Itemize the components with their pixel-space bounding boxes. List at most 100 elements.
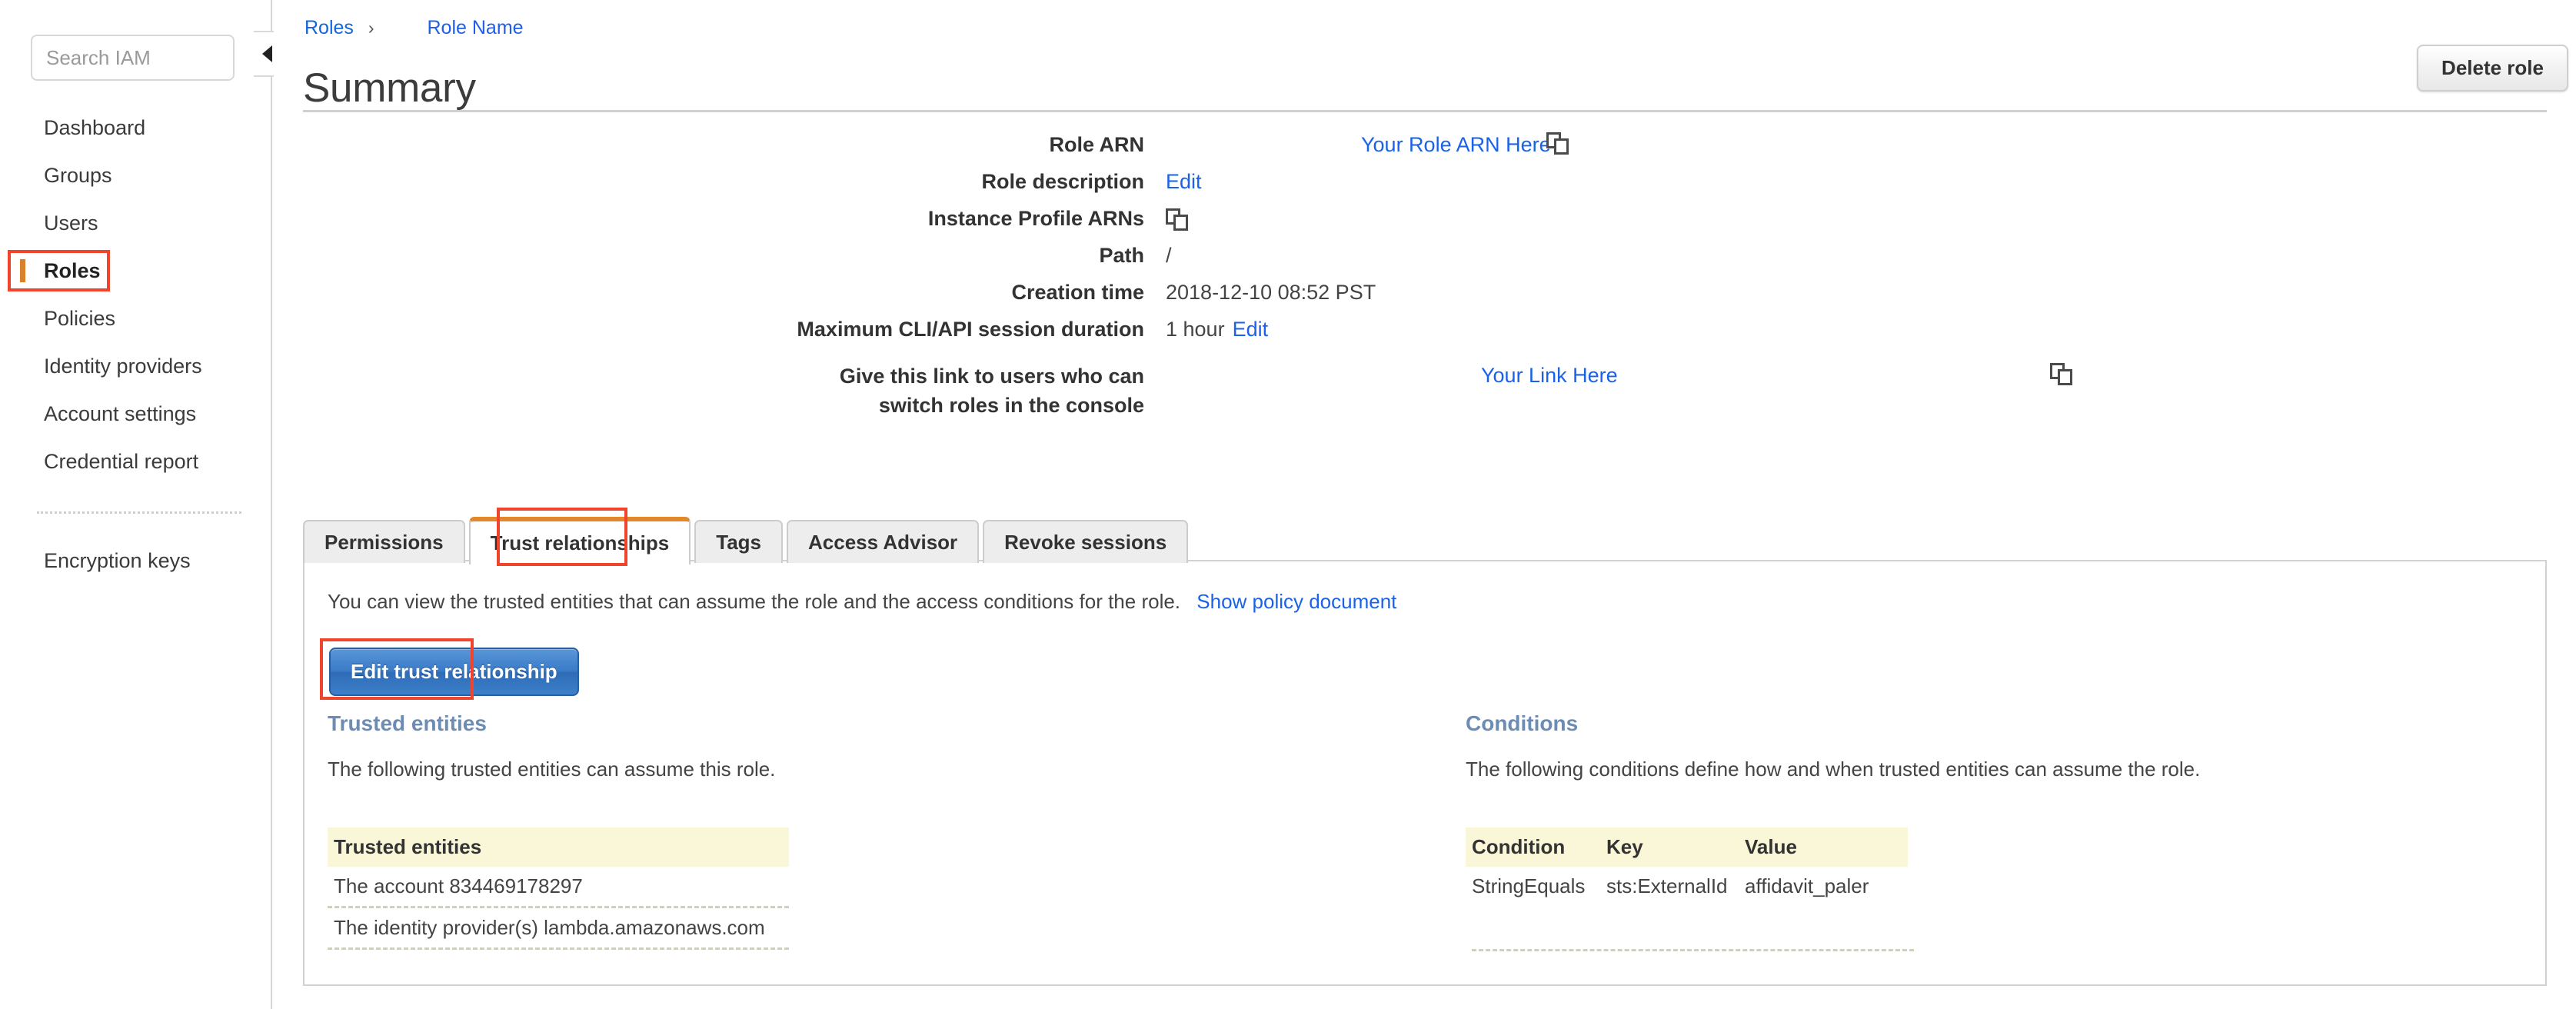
sidebar-item-label: Roles bbox=[44, 259, 101, 282]
tab-revoke-sessions[interactable]: Revoke sessions bbox=[983, 520, 1189, 563]
iam-role-summary-page: Dashboard Groups Users Roles Policies Identit… bbox=[0, 0, 2576, 1009]
summary-row: Role description Edit bbox=[274, 168, 2576, 195]
conditions-table-bottom-rule bbox=[1472, 949, 1914, 951]
sidebar-item-label: Groups bbox=[44, 164, 112, 187]
trusted-entities-column-header: Trusted entities bbox=[328, 828, 789, 867]
show-policy-document-link[interactable]: Show policy document bbox=[1196, 590, 1396, 613]
breadcrumb-role-name[interactable]: Role Name bbox=[428, 17, 524, 38]
table-header-row: Condition Key Value bbox=[1466, 828, 1908, 867]
summary-row: Creation time 2018-12-10 08:52 PST bbox=[274, 278, 2576, 306]
table-row: The account 834469178297 bbox=[328, 867, 789, 908]
breadcrumb-roles-link[interactable]: Roles bbox=[305, 17, 354, 38]
trusted-entity-cell: The identity provider(s) lambda.amazonaw… bbox=[328, 907, 789, 950]
copy-icon[interactable] bbox=[1546, 132, 1569, 155]
sidebar: Dashboard Groups Users Roles Policies Identit… bbox=[0, 0, 285, 1009]
sidebar-item-credential-report[interactable]: Credential report bbox=[0, 438, 272, 485]
summary-row-label: Path bbox=[1099, 244, 1144, 267]
summary-value-link[interactable]: Your Role ARN Here bbox=[1361, 133, 1551, 156]
tab-trust-relationships[interactable]: Trust relationships bbox=[468, 517, 691, 564]
sidebar-item-dashboard[interactable]: Dashboard bbox=[0, 104, 272, 152]
conditions-heading: Conditions bbox=[1466, 711, 1579, 735]
breadcrumb: Roles › Role Name bbox=[305, 17, 524, 39]
summary-row: Give this link to users who can switch r… bbox=[274, 361, 2576, 420]
trusted-entities-table: Trusted entities The account 83446917829… bbox=[328, 828, 789, 950]
summary-row-value: / bbox=[1166, 241, 2576, 269]
summary-value-link[interactable]: Edit bbox=[1166, 170, 1202, 193]
tab-label: Access Advisor bbox=[808, 530, 958, 554]
summary-row: Role ARN Your Role ARN Here bbox=[274, 131, 2576, 158]
table-row: StringEquals sts:ExternalId affidavit_pale… bbox=[1466, 867, 1908, 906]
active-item-marker bbox=[20, 259, 25, 282]
summary-value-text: 2018-12-10 08:52 PST bbox=[1166, 281, 1376, 304]
table-header-row: Trusted entities bbox=[328, 828, 789, 867]
summary-row: Instance Profile ARNs bbox=[274, 205, 2576, 232]
conditions-description: The following conditions define how and … bbox=[1466, 758, 2201, 781]
conditions-column-header: Value bbox=[1739, 828, 1908, 867]
conditions-table: Condition Key Value StringEquals sts:Extern… bbox=[1466, 828, 1908, 906]
search-input[interactable] bbox=[31, 35, 235, 81]
chevron-left-icon bbox=[261, 45, 272, 62]
summary-row-label: Role description bbox=[981, 170, 1144, 193]
main-content: Roles › Role Name Summary Delete role Ro… bbox=[274, 0, 2576, 1009]
trusted-entities-column: Trusted entities The following trusted e… bbox=[328, 711, 1327, 950]
header-divider bbox=[303, 110, 2547, 112]
summary-row-value: Edit bbox=[1166, 168, 2576, 195]
trust-relationships-panel: You can view the trusted entities that c… bbox=[303, 560, 2547, 986]
sidebar-item-label: Identity providers bbox=[44, 355, 202, 378]
sidebar-item-label: Account settings bbox=[44, 402, 197, 425]
sidebar-item-encryption-keys[interactable]: Encryption keys bbox=[0, 537, 272, 584]
summary-row-value bbox=[1166, 205, 2576, 232]
sidebar-item-policies[interactable]: Policies bbox=[0, 295, 272, 342]
tab-label: Trust relationships bbox=[490, 531, 670, 554]
panel-intro-text: You can view the trusted entities that c… bbox=[328, 590, 1181, 613]
sidebar-item-account-settings[interactable]: Account settings bbox=[0, 390, 272, 438]
sidebar-item-label: Credential report bbox=[44, 450, 199, 473]
panel-intro: You can view the trusted entities that c… bbox=[328, 590, 1396, 614]
conditions-column-header: Key bbox=[1600, 828, 1739, 867]
sidebar-item-users[interactable]: Users bbox=[0, 199, 272, 247]
copy-icon[interactable] bbox=[2050, 363, 2073, 386]
sidebar-item-label: Users bbox=[44, 211, 98, 235]
summary-row-value: Your Role ARN Here bbox=[1166, 131, 2576, 158]
trusted-entities-heading: Trusted entities bbox=[328, 711, 487, 735]
sidebar-item-groups[interactable]: Groups bbox=[0, 152, 272, 199]
breadcrumb-separator-icon: › bbox=[368, 18, 374, 38]
tab-access-advisor[interactable]: Access Advisor bbox=[787, 520, 980, 563]
summary-row-value: 1 hour Edit bbox=[1166, 315, 2576, 343]
sidebar-item-label: Encryption keys bbox=[44, 549, 191, 572]
conditions-table-spacer bbox=[1466, 906, 2504, 949]
summary-row-value: Your Link Here bbox=[1166, 361, 2576, 389]
tab-label: Permissions bbox=[324, 530, 444, 554]
conditions-column: Conditions The following conditions defi… bbox=[1466, 711, 2504, 951]
copy-icon[interactable] bbox=[1166, 208, 1189, 231]
trusted-entity-cell: The account 834469178297 bbox=[328, 867, 789, 908]
summary-value-text: / bbox=[1166, 244, 1172, 267]
page-title: Summary bbox=[303, 65, 476, 111]
summary-value-edit-link[interactable]: Edit bbox=[1233, 318, 1269, 341]
search-field-wrapper bbox=[31, 35, 235, 81]
role-summary-details: Role ARN Your Role ARN Here Role descripti… bbox=[274, 131, 2576, 429]
summary-value-text: 1 hour bbox=[1166, 318, 1225, 341]
tab-tags[interactable]: Tags bbox=[694, 520, 784, 563]
tab-bar: Permissions Trust relationships Tags Access… bbox=[303, 517, 1192, 564]
summary-row-value: 2018-12-10 08:52 PST bbox=[1166, 278, 2576, 306]
condition-cell: StringEquals bbox=[1472, 874, 1586, 897]
summary-row-label: Instance Profile ARNs bbox=[927, 207, 1144, 230]
summary-row-label: Creation time bbox=[1011, 281, 1144, 304]
delete-role-button[interactable]: Delete role bbox=[2417, 45, 2568, 92]
trusted-entities-description: The following trusted entities can assum… bbox=[328, 758, 776, 781]
sidebar-item-identity-providers[interactable]: Identity providers bbox=[0, 342, 272, 390]
condition-cell: affidavit_paler bbox=[1745, 874, 1869, 897]
summary-row-label: Role ARN bbox=[1049, 133, 1144, 156]
summary-row-label: Maximum CLI/API session duration bbox=[797, 318, 1144, 341]
sidebar-item-roles[interactable]: Roles bbox=[0, 247, 272, 295]
tab-label: Revoke sessions bbox=[1004, 530, 1167, 554]
summary-value-link[interactable]: Your Link Here bbox=[1481, 364, 1618, 387]
edit-trust-relationship-button[interactable]: Edit trust relationship bbox=[329, 648, 579, 696]
tab-permissions[interactable]: Permissions bbox=[303, 520, 465, 563]
tab-label: Tags bbox=[716, 530, 762, 554]
sidebar-divider bbox=[37, 511, 241, 514]
sidebar-item-label: Dashboard bbox=[44, 116, 146, 139]
sidebar-item-label: Policies bbox=[44, 307, 116, 330]
table-row: The identity provider(s) lambda.amazonaw… bbox=[328, 907, 789, 950]
